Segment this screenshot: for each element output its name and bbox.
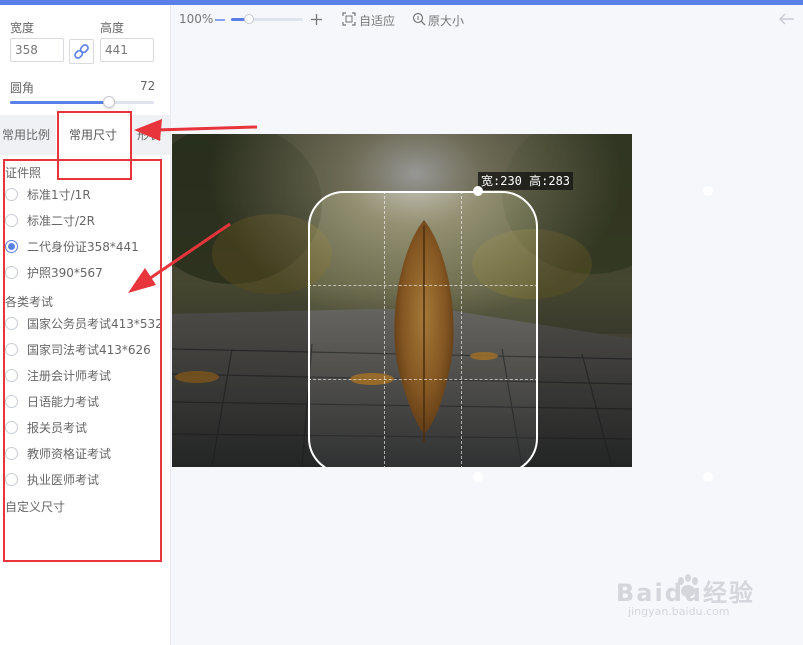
fit-label: 自适应 [359,14,396,28]
tab-shape[interactable]: 形状 [137,115,170,155]
original-size-label: 原大小 [428,14,465,28]
toolbar: 100% 自适应 原大小 [171,5,803,33]
radius-slider-fill [10,101,110,104]
image-crop-editor: 宽度 高度 358 441 圆角 72 常用比例 常用尺寸 形状 证件照 标准1… [0,0,803,645]
grid-line [384,191,385,467]
height-input[interactable]: 441 [100,38,154,62]
radius-slider[interactable] [10,96,154,108]
crop-handle-top-right[interactable] [703,186,713,196]
annotation-box-list [3,159,162,562]
zoom-value: 100% [179,12,214,26]
back-arrow-icon[interactable] [779,13,795,25]
crop-grid [308,191,538,467]
grid-line [308,379,538,380]
watermark-brand: Baidu经验 [616,579,755,607]
link-icon [74,44,89,59]
lock-ratio-button[interactable] [69,39,94,64]
watermark-url: jingyan.baidu.com [628,605,730,618]
width-input[interactable]: 358 [10,38,64,62]
crop-handle-bottom-right[interactable] [703,472,713,482]
plus-icon[interactable] [311,14,322,25]
radius-label: 圆角 [10,81,35,95]
crop-handle-top-left[interactable] [473,186,483,196]
minus-icon[interactable] [215,15,225,25]
width-label: 宽度 [10,21,35,35]
grid-line [461,191,462,467]
crop-handle-bottom-left[interactable] [473,472,483,482]
tab-common-ratio[interactable]: 常用比例 [0,115,56,155]
height-label: 高度 [100,21,125,35]
zoom-slider[interactable] [231,14,303,24]
grid-line [308,285,538,286]
radius-value: 72 [140,79,156,93]
zoom-icon [412,12,426,26]
zoom-slider-handle[interactable] [244,14,254,24]
crop-size-badge: 宽:230 高:283 [478,172,574,190]
radius-slider-handle[interactable] [103,96,116,108]
fit-icon [342,12,356,26]
